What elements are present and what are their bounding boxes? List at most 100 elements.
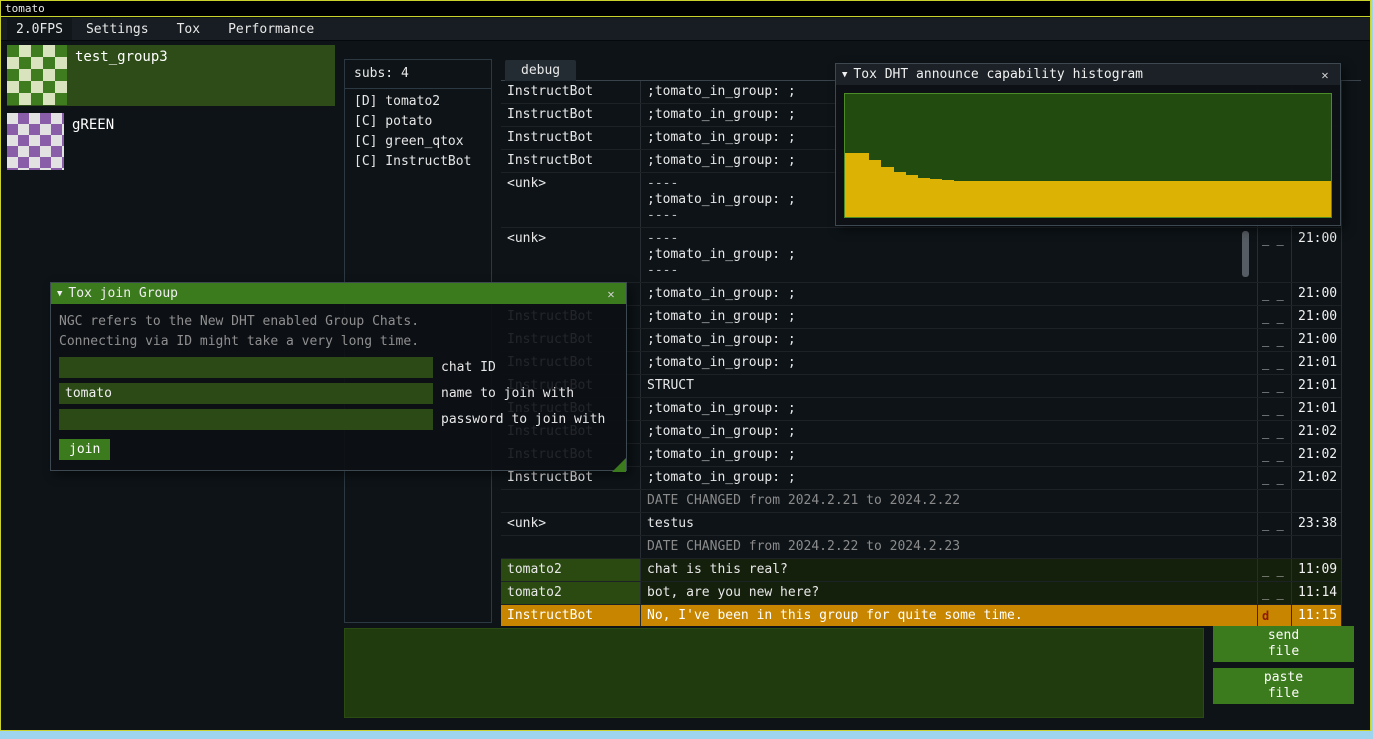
group-name: test_group3 bbox=[75, 45, 168, 106]
join-window-titlebar[interactable]: ▼ Tox join Group ✕ bbox=[51, 283, 626, 304]
join-field-label: name to join with bbox=[441, 386, 574, 401]
close-icon[interactable]: ✕ bbox=[602, 287, 620, 301]
histogram-bar bbox=[1198, 181, 1210, 217]
send-file-button[interactable]: send file bbox=[1213, 626, 1354, 662]
roster-item-gREEN[interactable]: gREEN bbox=[7, 113, 335, 174]
sender-name: InstructBot bbox=[501, 150, 641, 172]
collapse-icon[interactable]: ▼ bbox=[57, 289, 62, 299]
desktop: tomato 2.0FPS Settings Tox Performance t… bbox=[0, 0, 1373, 739]
tab-debug[interactable]: debug bbox=[505, 60, 576, 81]
join-field-input[interactable] bbox=[59, 383, 433, 404]
collapse-icon[interactable]: ▼ bbox=[842, 70, 847, 80]
message-text: ;tomato_in_group: ; bbox=[641, 444, 1258, 466]
histogram-bar bbox=[954, 181, 966, 217]
message-time: 21:00 bbox=[1292, 306, 1342, 328]
chat-row[interactable]: tomato2bot, are you new here?_ _11:14 bbox=[501, 582, 1341, 605]
message-text: ;tomato_in_group: ; bbox=[641, 352, 1258, 374]
roster-item-test_group3[interactable]: test_group3 bbox=[7, 45, 335, 106]
message-text: testus bbox=[641, 513, 1258, 535]
member-item[interactable]: [C] InstructBot bbox=[345, 152, 491, 172]
chat-row[interactable]: InstructBot;tomato_in_group: ;_ _21:01 bbox=[501, 398, 1341, 421]
chat-row[interactable]: InstructBot;tomato_in_group: ;_ _21:02 bbox=[501, 444, 1341, 467]
histogram-bar bbox=[991, 181, 1003, 217]
histogram-bar bbox=[1088, 181, 1100, 217]
histogram-window-titlebar[interactable]: ▼ Tox DHT announce capability histogram … bbox=[836, 64, 1340, 85]
message-text: ;tomato_in_group: ; bbox=[641, 467, 1258, 489]
histogram-window: ▼ Tox DHT announce capability histogram … bbox=[835, 63, 1341, 226]
message-time: 21:00 bbox=[1292, 329, 1342, 351]
message-text: ;tomato_in_group: ; bbox=[641, 398, 1258, 420]
close-icon[interactable]: ✕ bbox=[1316, 68, 1334, 82]
join-group-window: ▼ Tox join Group ✕ NGC refers to the New… bbox=[50, 282, 627, 471]
histogram-bar bbox=[1003, 181, 1015, 217]
join-field-input[interactable] bbox=[59, 357, 433, 378]
member-item[interactable]: [D] tomato2 bbox=[345, 92, 491, 112]
histogram-bar bbox=[1052, 181, 1064, 217]
chat-row[interactable]: InstructBot;tomato_in_group: ;_ _21:02 bbox=[501, 467, 1341, 490]
message-time: 21:01 bbox=[1292, 375, 1342, 397]
histogram-bar bbox=[857, 153, 869, 217]
roster-list: test_group3 gREEN bbox=[7, 45, 335, 181]
chat-row[interactable]: InstructBot;tomato_in_group: ;_ _21:02 bbox=[501, 421, 1341, 444]
histogram-bar bbox=[1100, 181, 1112, 217]
histogram-bar bbox=[1185, 181, 1197, 217]
paste-file-button[interactable]: paste file bbox=[1213, 668, 1354, 704]
histogram-bar bbox=[1270, 181, 1282, 217]
chat-row[interactable]: InstructBot;tomato_in_group: ;_ _21:00 bbox=[501, 329, 1341, 352]
chat-row[interactable]: DATE CHANGED from 2024.2.21 to 2024.2.22 bbox=[501, 490, 1341, 513]
chat-row[interactable]: <unk>testus_ _23:38 bbox=[501, 513, 1341, 536]
menu-item-performance[interactable]: Performance bbox=[214, 18, 328, 40]
message-text: bot, are you new here? bbox=[641, 582, 1258, 604]
chat-row[interactable]: InstructBot;tomato_in_group: ;_ _21:01 bbox=[501, 352, 1341, 375]
message-time: 21:01 bbox=[1292, 398, 1342, 420]
message-status bbox=[1258, 536, 1292, 558]
histogram-bar bbox=[930, 179, 942, 217]
histogram-bar bbox=[1319, 181, 1331, 217]
join-window-body: NGC refers to the New DHT enabled Group … bbox=[51, 304, 626, 472]
join-field-row: chat ID bbox=[59, 357, 618, 378]
chat-row[interactable]: InstructBotNo, I've been in this group f… bbox=[501, 605, 1341, 626]
window-titlebar[interactable]: tomato bbox=[1, 1, 1370, 17]
chat-row[interactable]: tomato2chat is this real?_ _11:09 bbox=[501, 559, 1341, 582]
histogram-bar bbox=[869, 160, 881, 217]
sender-name: <unk> bbox=[501, 173, 641, 227]
histogram-bar bbox=[1210, 181, 1222, 217]
member-item[interactable]: [C] potato bbox=[345, 112, 491, 132]
histogram-bar bbox=[845, 153, 857, 217]
message-time: 21:00 bbox=[1292, 228, 1342, 282]
chat-row[interactable]: DATE CHANGED from 2024.2.22 to 2024.2.23 bbox=[501, 536, 1341, 559]
sender-name: InstructBot bbox=[501, 104, 641, 126]
histogram-bar bbox=[1112, 181, 1124, 217]
group-avatar bbox=[7, 45, 67, 105]
message-status: _ _ bbox=[1258, 398, 1292, 420]
window-title: tomato bbox=[5, 2, 45, 15]
message-input[interactable] bbox=[344, 628, 1204, 718]
message-status: _ _ bbox=[1258, 228, 1292, 282]
message-text: ;tomato_in_group: ; bbox=[641, 421, 1258, 443]
menu-item-tox[interactable]: Tox bbox=[163, 18, 214, 40]
message-time: 11:15 bbox=[1292, 605, 1342, 626]
message-text: DATE CHANGED from 2024.2.21 to 2024.2.22 bbox=[641, 490, 1258, 512]
chat-row[interactable]: <unk>----;tomato_in_group: ;----_ _21:00 bbox=[501, 228, 1341, 283]
message-time: 21:02 bbox=[1292, 421, 1342, 443]
message-status: _ _ bbox=[1258, 352, 1292, 374]
resize-grip[interactable] bbox=[612, 458, 626, 472]
histogram-bar bbox=[942, 180, 954, 217]
chat-row[interactable]: InstructBot;tomato_in_group: ;_ _21:00 bbox=[501, 283, 1341, 306]
join-field-input[interactable] bbox=[59, 409, 433, 430]
join-field-row: name to join with bbox=[59, 383, 618, 404]
scrollbar-thumb[interactable] bbox=[1242, 231, 1249, 277]
histogram-window-title: Tox DHT announce capability histogram bbox=[853, 67, 1316, 82]
member-item[interactable]: [C] green_qtox bbox=[345, 132, 491, 152]
sender-name bbox=[501, 490, 641, 512]
histogram-bar bbox=[1283, 181, 1295, 217]
chat-row[interactable]: InstructBotSTRUCT_ _21:01 bbox=[501, 375, 1341, 398]
histogram-bar bbox=[881, 167, 893, 217]
chat-row[interactable]: InstructBot;tomato_in_group: ;_ _21:00 bbox=[501, 306, 1341, 329]
histogram-bar bbox=[1246, 181, 1258, 217]
menu-item-settings[interactable]: Settings bbox=[72, 18, 163, 40]
join-button[interactable]: join bbox=[59, 439, 110, 460]
message-status bbox=[1258, 490, 1292, 512]
message-time: 11:09 bbox=[1292, 559, 1342, 581]
histogram-bar bbox=[1161, 181, 1173, 217]
